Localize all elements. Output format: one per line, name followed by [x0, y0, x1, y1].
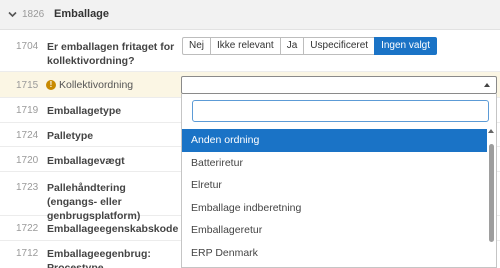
section-header[interactable]: 1826 Emballage: [0, 0, 500, 30]
option-ingen-valgt-button[interactable]: Ingen valgt: [374, 37, 438, 55]
kollektivordning-dropdown: Anden ordning Batteriretur Elretur Embal…: [181, 94, 497, 268]
field-number: 1715: [16, 80, 39, 91]
field-number: 1720: [16, 155, 39, 166]
section-title: Emballage: [54, 8, 110, 20]
field-label: Emballagevægt: [47, 155, 125, 167]
dropdown-options-list: Anden ordning Batteriretur Elretur Embal…: [182, 129, 487, 264]
field-number: 1704: [16, 41, 39, 52]
scrollbar-thumb[interactable]: [489, 144, 494, 242]
dropdown-option[interactable]: Emballage indberetning: [182, 197, 487, 220]
field-number: 1719: [16, 105, 39, 116]
kollektivordning-select[interactable]: [181, 76, 497, 94]
exempt-button-group: Nej Ikke relevant Ja Uspecificeret Ingen…: [182, 37, 438, 55]
field-number: 1722: [16, 223, 39, 234]
dropdown-scrollbar[interactable]: [486, 127, 496, 267]
field-label: Palletype: [47, 130, 94, 142]
dropdown-option[interactable]: Batteriretur: [182, 152, 487, 175]
option-nej-button[interactable]: Nej: [182, 37, 212, 55]
field-number: 1724: [16, 130, 39, 141]
caret-up-icon[interactable]: [484, 83, 490, 87]
scroll-up-arrow-icon[interactable]: [488, 129, 494, 133]
field-label: Emballageegenskabskode: [47, 223, 179, 235]
dropdown-option[interactable]: ERP Denmark: [182, 242, 487, 265]
field-number: 1712: [16, 248, 39, 259]
section-number: 1826: [22, 9, 45, 20]
dropdown-option[interactable]: Emballageretur: [182, 219, 487, 242]
field-label: Kollektivordning: [59, 79, 134, 91]
field-label: Emballagetype: [47, 105, 122, 117]
option-uspecificeret-button[interactable]: Uspecificeret: [303, 37, 376, 55]
dropdown-option[interactable]: Elretur: [182, 174, 487, 197]
dropdown-option[interactable]: Anden ordning: [182, 129, 487, 152]
dropdown-search-input[interactable]: [192, 100, 489, 122]
field-number: 1723: [16, 182, 39, 193]
option-ja-button[interactable]: Ja: [279, 37, 305, 55]
chevron-down-icon[interactable]: [7, 9, 18, 20]
warning-icon: !: [46, 80, 56, 90]
field-label: Emballageegenbrug: Procestype: [47, 248, 151, 268]
field-label: Er emballagen fritaget for kollektivordn…: [47, 41, 175, 67]
option-ikke-relevant-button[interactable]: Ikke relevant: [210, 37, 281, 55]
